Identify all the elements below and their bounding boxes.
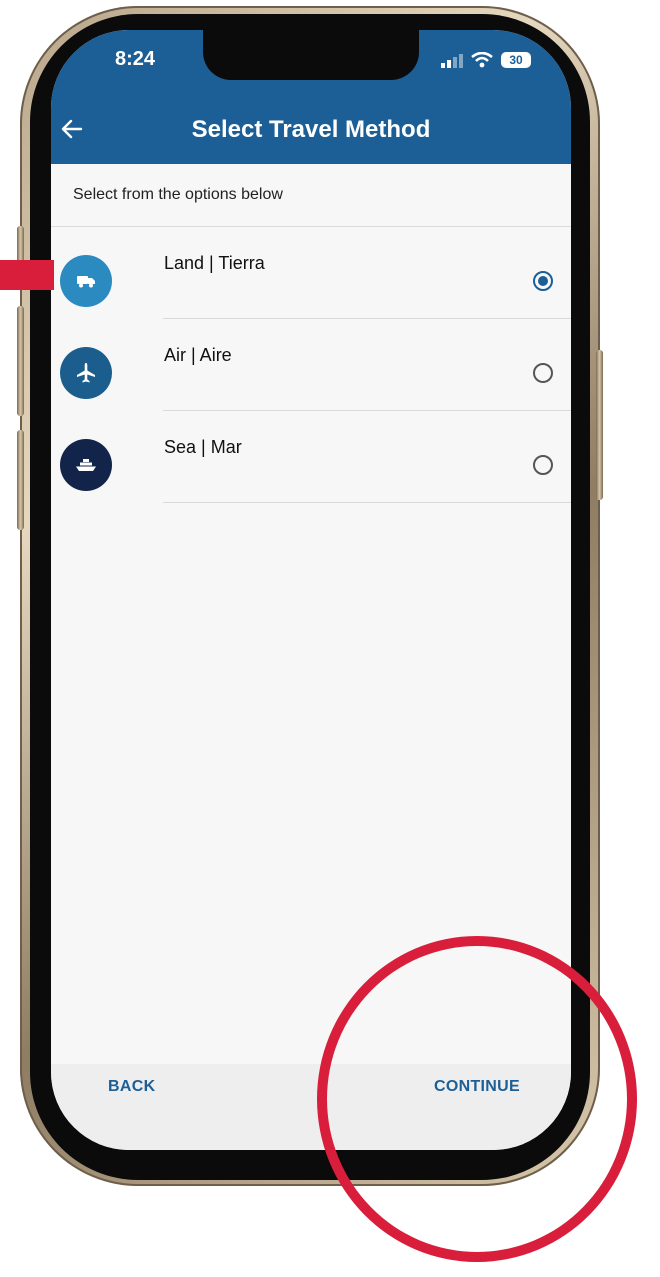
option-sea[interactable]: Sea | Mar bbox=[51, 411, 571, 503]
status-time: 8:24 bbox=[115, 48, 156, 70]
back-button[interactable]: BACK bbox=[108, 1078, 155, 1096]
divider bbox=[163, 502, 571, 503]
ship-icon bbox=[60, 439, 112, 491]
instructions-text: Select from the options below bbox=[73, 186, 283, 203]
camera-notch bbox=[203, 30, 419, 80]
app-header: 8:24 30 Select Travel Method bbox=[51, 30, 571, 164]
option-air[interactable]: Air | Aire bbox=[51, 319, 571, 411]
page-title: Select Travel Method bbox=[191, 116, 431, 143]
option-label: Air | Aire bbox=[164, 345, 232, 365]
radio-selected[interactable] bbox=[533, 271, 553, 291]
wifi-icon bbox=[471, 52, 493, 68]
volume-up-button bbox=[17, 306, 24, 416]
radio-unselected[interactable] bbox=[533, 455, 553, 475]
annotation-circle bbox=[317, 936, 637, 1262]
status-icons: 30 bbox=[441, 50, 531, 70]
radio-unselected[interactable] bbox=[533, 363, 553, 383]
truck-icon bbox=[60, 255, 112, 307]
option-label: Sea | Mar bbox=[164, 437, 242, 457]
power-button bbox=[596, 350, 603, 500]
signal-icon bbox=[441, 54, 463, 68]
annotation-pointer bbox=[0, 260, 54, 290]
option-land[interactable]: Land | Tierra bbox=[51, 227, 571, 319]
instructions-row: Select from the options below bbox=[51, 164, 571, 227]
battery-indicator: 30 bbox=[501, 52, 531, 68]
option-label: Land | Tierra bbox=[164, 253, 265, 273]
airplane-icon bbox=[60, 347, 112, 399]
volume-down-button bbox=[17, 430, 24, 530]
